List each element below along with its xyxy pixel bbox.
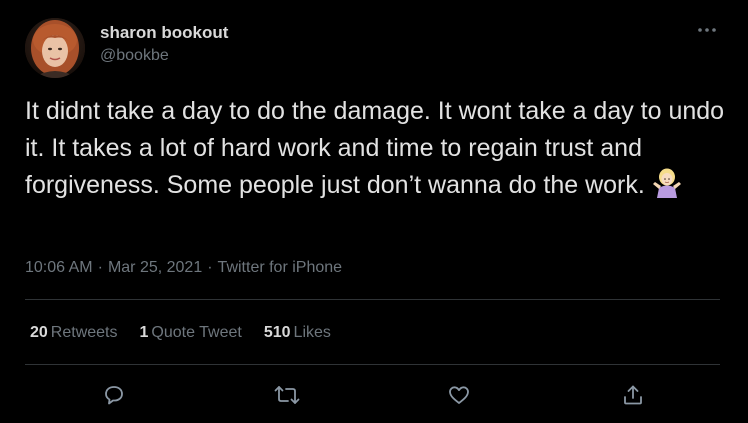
likes-count: 510 xyxy=(263,324,291,341)
retweets-count: 20 xyxy=(30,324,48,341)
tweet-time[interactable]: 10:06 AM xyxy=(25,259,93,276)
tweet-card: sharon bookout @bookbe It didnt take a d… xyxy=(0,0,748,423)
divider xyxy=(25,299,720,300)
author-handle[interactable]: @bookbe xyxy=(100,44,228,68)
author-info: sharon bookout @bookbe xyxy=(100,22,228,68)
more-options-icon[interactable] xyxy=(696,22,718,38)
tweet-actions-bar xyxy=(0,380,748,412)
tweet-source[interactable]: Twitter for iPhone xyxy=(218,259,343,276)
quote-tweets-label: Quote Tweet xyxy=(151,324,242,341)
likes-stat[interactable]: 510 Likes xyxy=(264,321,331,345)
retweet-icon xyxy=(274,386,300,404)
user-avatar-photo-icon xyxy=(25,18,85,78)
quote-tweets-stat[interactable]: 1 Quote Tweet xyxy=(140,321,242,345)
reply-button[interactable] xyxy=(99,380,129,410)
meta-separator: · xyxy=(97,259,103,276)
tweet-text: It didnt take a day to do the damage. It… xyxy=(25,97,725,199)
quote-tweets-count: 1 xyxy=(139,324,149,341)
retweets-label: Retweets xyxy=(50,324,118,341)
person-shrugging-emoji-icon xyxy=(651,168,683,198)
tweet-date[interactable]: Mar 25, 2021 xyxy=(108,259,202,276)
retweets-stat[interactable]: 20 Retweets xyxy=(30,321,118,345)
divider xyxy=(25,364,720,365)
author-display-name[interactable]: sharon bookout xyxy=(100,22,228,44)
retweet-button[interactable] xyxy=(272,380,302,410)
meta-separator: · xyxy=(207,259,213,276)
reply-icon xyxy=(105,386,123,405)
share-icon xyxy=(624,385,642,405)
like-button[interactable] xyxy=(444,380,474,410)
tweet-text-block: It didnt take a day to do the damage. It… xyxy=(25,93,725,204)
author-avatar[interactable] xyxy=(25,18,85,78)
share-button[interactable] xyxy=(618,380,648,410)
tweet-metadata: 10:06 AM · Mar 25, 2021 · Twitter for iPhone xyxy=(25,256,342,280)
heart-icon xyxy=(449,386,469,404)
tweet-stats: 20 Retweets 1 Quote Tweet 510 Likes xyxy=(30,321,353,345)
likes-label: Likes xyxy=(293,324,331,341)
